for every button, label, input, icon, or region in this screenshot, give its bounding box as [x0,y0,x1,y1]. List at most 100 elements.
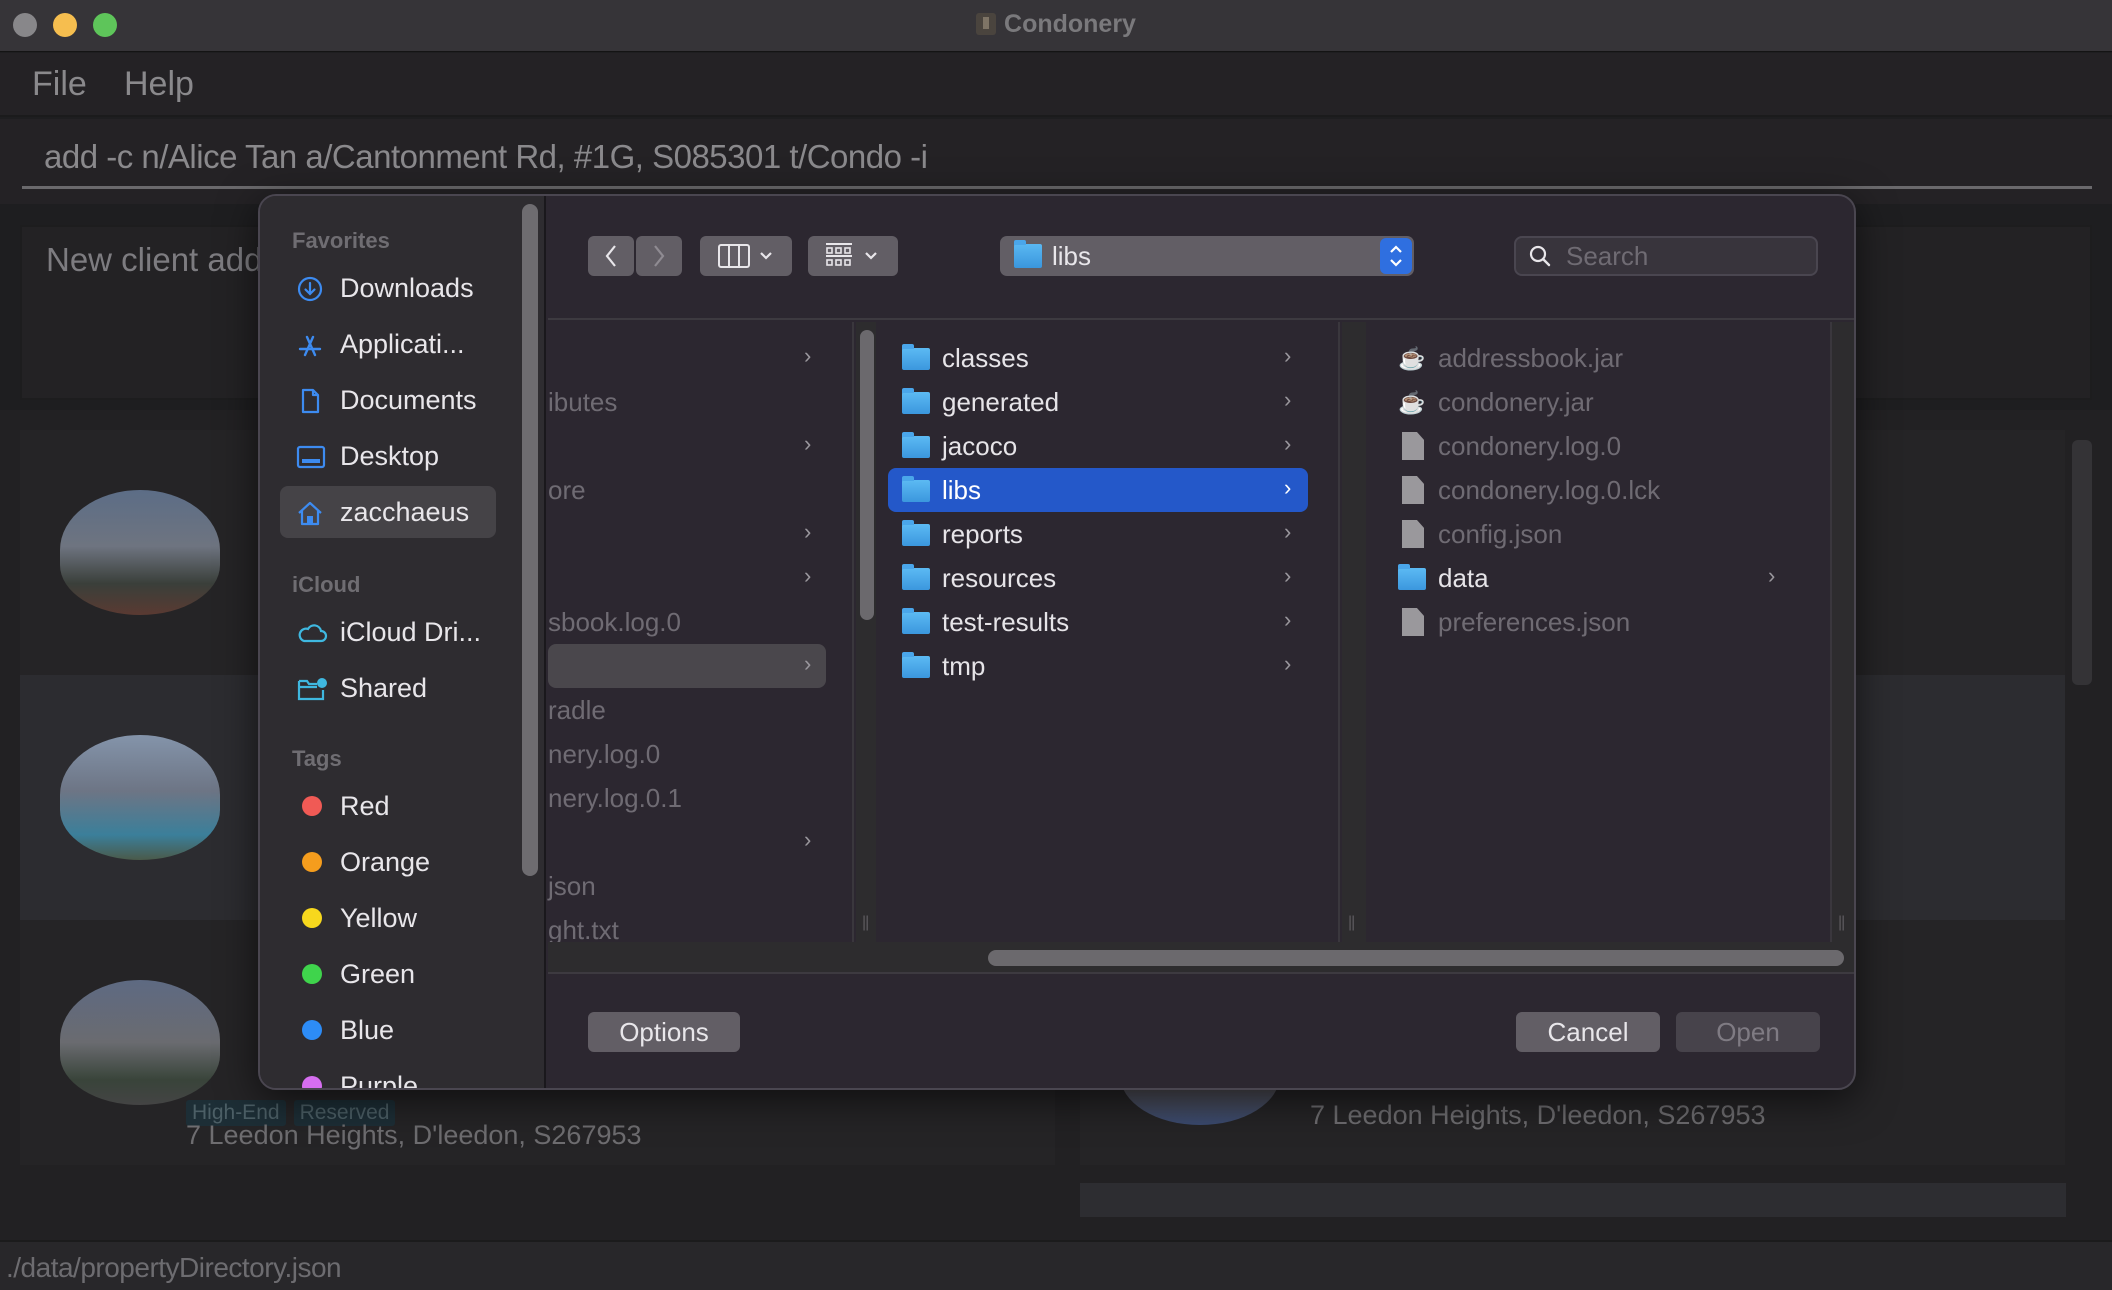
search-field[interactable] [1514,236,1818,276]
search-icon [1529,245,1551,267]
column-resize-handle[interactable]: || [1348,914,1355,932]
client-address: 7 Leedon Heights, D'leedon, S267953 [1310,1100,1766,1130]
folder-row[interactable]: › [548,556,826,600]
chevron-right-icon: › [804,651,812,676]
row-label: libs [942,475,982,505]
row-label: nery.log.0.1 [548,783,682,813]
cloud-icon [296,619,328,647]
file-row[interactable]: nery.log.0 [548,732,826,776]
sidebar-tag-orange[interactable]: Orange [280,836,496,888]
sidebar-item-label: Orange [340,847,431,877]
horizontal-scrollbar[interactable] [548,942,1854,974]
folder-row[interactable]: generated › [888,380,1308,424]
chevron-right-icon: › [1284,387,1292,412]
sidebar-item-icloud-drive[interactable]: iCloud Dri... [280,606,496,658]
window-title-group: Condonery [0,10,2112,39]
building-photo [60,735,220,860]
file-row[interactable]: condonery.log.0.lck [1380,468,1800,512]
sidebar-item-downloads[interactable]: Downloads [280,262,496,314]
browser-column-1[interactable]: › ibutes › ore › › sbook.log.0 › radle nery.log.0… [548,322,854,945]
path-popup[interactable]: libs [1000,236,1414,276]
file-open-dialog: Favorites Downloads Applicati... Documen… [258,194,1856,1090]
folder-row[interactable]: › [548,644,826,688]
folder-row[interactable]: tmp › [888,644,1308,688]
sidebar-item-label: iCloud Dri... [340,617,482,647]
sidebar-tag-green[interactable]: Green [280,948,496,1000]
sidebar-item-label: Purple [340,1071,419,1090]
sidebar-scrollbar[interactable] [522,204,538,876]
file-row[interactable]: ibutes [548,380,826,424]
file-row[interactable]: radle [548,688,826,732]
file-row[interactable]: ☕ addressbook.jar [1380,336,1800,380]
group-icon [826,243,877,266]
file-row[interactable]: sbook.log.0 [548,600,826,644]
column-2-gutter: || [1342,322,1366,942]
sidebar-tag-purple[interactable]: Purple [280,1060,496,1090]
browser-column-2[interactable]: classes › generated › jacoco › libs › reports › re… [876,322,1340,942]
file-row[interactable]: ☕ condonery.jar [1380,380,1800,424]
group-button[interactable] [808,236,898,276]
back-button[interactable] [588,236,634,276]
file-row[interactable]: condonery.log.0 [1380,424,1800,468]
folder-row[interactable]: data › [1380,556,1800,600]
horizontal-scroll-thumb[interactable] [988,950,1844,966]
dialog-toolbar: libs [548,196,1854,320]
options-button[interactable]: Options [588,1012,740,1052]
column-1-scrollbar[interactable] [860,330,874,620]
row-label: json [548,871,596,901]
sidebar-item-home[interactable]: zacchaeus [280,486,496,538]
row-label: tmp [942,651,986,681]
file-row[interactable]: json [548,864,826,908]
result-text: New client add [46,241,263,278]
row-label: classes [942,343,1029,373]
tags-heading: Tags [292,746,342,771]
folder-row[interactable]: test-results › [888,600,1308,644]
chevron-right-icon: › [804,563,812,588]
download-circle-icon [296,275,324,303]
command-input[interactable] [22,127,2092,189]
forward-button[interactable] [636,236,682,276]
folder-row[interactable]: jacoco › [888,424,1308,468]
chevron-right-icon: › [1284,519,1292,544]
sidebar-item-desktop[interactable]: Desktop [280,430,496,482]
folder-row[interactable]: resources › [888,556,1308,600]
sidebar-item-shared[interactable]: Shared [280,662,496,714]
column-resize-handle[interactable]: || [862,914,869,932]
client-list-scrollbar[interactable] [2072,440,2092,685]
sidebar-tag-red[interactable]: Red [280,780,496,832]
view-mode-button[interactable] [700,236,792,276]
tag-color-dot-icon [302,964,322,984]
sidebar-tag-blue[interactable]: Blue [280,1004,496,1056]
sidebar-item-documents[interactable]: Documents [280,374,496,426]
folder-icon [902,344,930,370]
chevron-right-icon [654,245,665,267]
folder-row[interactable]: › [548,820,826,864]
cancel-button[interactable]: Cancel [1516,1012,1660,1052]
file-row[interactable]: ore [548,468,826,512]
folder-row[interactable]: › [548,512,826,556]
folder-row[interactable]: reports › [888,512,1308,556]
status-file-path: ./data/propertyDirectory.json [6,1252,342,1283]
folder-row[interactable]: › [548,424,826,468]
sidebar-tag-yellow[interactable]: Yellow [280,892,496,944]
column-resize-handle[interactable]: || [1838,914,1845,932]
file-icon [1402,608,1424,636]
chevron-right-icon: › [804,519,812,544]
sidebar-item-label: Red [340,791,390,821]
client-list-footer [1080,1183,2066,1217]
open-button[interactable]: Open [1676,1012,1820,1052]
browser-column-3[interactable]: ☕ addressbook.jar ☕ condonery.jar condonery.… [1368,322,1832,942]
menu-help[interactable]: Help [124,65,194,104]
file-row[interactable]: config.json [1380,512,1800,556]
sidebar-item-applications[interactable]: Applicati... [280,318,496,370]
folder-row[interactable]: libs › [888,468,1308,512]
folder-row[interactable]: › [548,336,826,380]
folder-icon [902,608,930,634]
search-input[interactable] [1566,240,1806,272]
java-jar-icon: ☕ [1398,346,1426,371]
file-row[interactable]: preferences.json [1380,600,1800,644]
folder-row[interactable]: classes › [888,336,1308,380]
file-row[interactable]: nery.log.0.1 [548,776,826,820]
menu-file[interactable]: File [32,65,87,104]
file-icon [1402,520,1424,548]
